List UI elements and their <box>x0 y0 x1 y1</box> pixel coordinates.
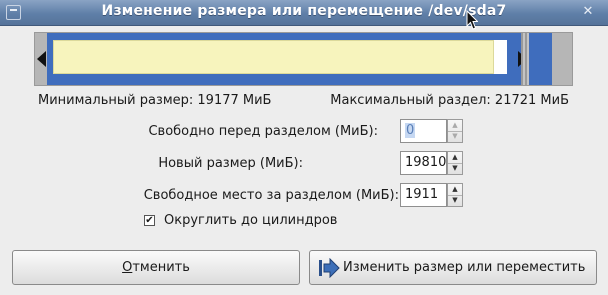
free-after-input[interactable]: 1911 <box>400 183 447 207</box>
round-cylinders-label[interactable]: Округлить до цилиндров <box>164 213 337 228</box>
free-space-area <box>521 33 529 85</box>
cancel-mnemonic: О <box>122 260 133 275</box>
resize-move-button[interactable]: Изменить размер или переместить <box>309 250 597 285</box>
partition-block[interactable] <box>47 33 552 85</box>
free-before-input[interactable]: 0 <box>400 119 447 143</box>
partition-resize-bar[interactable] <box>34 32 573 86</box>
unused-space-fill <box>494 40 507 74</box>
used-space-fill <box>53 40 494 74</box>
max-size-label: Максимальный раздел: 21721 МиБ <box>330 93 569 108</box>
new-size-decrement-icon[interactable]: ▼ <box>448 163 462 174</box>
resize-move-button-label: Изменить размер или переместить <box>343 260 586 275</box>
min-size-label: Минимальный размер: 19177 МиБ <box>38 93 272 108</box>
title-bar: Изменение размера или перемещение /dev/s… <box>0 0 608 26</box>
resize-left-handle-icon[interactable] <box>37 51 46 67</box>
round-cylinders-checkbox[interactable]: ✔ <box>144 215 155 226</box>
free-after-label: Свободное место за разделом (МиБ): <box>143 188 399 203</box>
new-size-label: Новый размер (МиБ): <box>158 156 303 171</box>
new-size-input[interactable]: 19810 <box>400 151 447 175</box>
cancel-button-label: тменить <box>132 260 190 275</box>
window-title: Изменение размера или перемещение /dev/s… <box>101 3 507 19</box>
mouse-cursor-icon <box>466 10 478 30</box>
arrow-right-icon <box>319 258 340 278</box>
close-icon[interactable]: ✕ <box>580 4 596 20</box>
cancel-button[interactable]: Отменить <box>12 250 300 285</box>
free-after-decrement-icon[interactable]: ▼ <box>448 195 462 206</box>
free-before-decrement-icon[interactable]: ▼ <box>448 131 462 142</box>
resize-move-dialog: Изменение размера или перемещение /dev/s… <box>0 0 608 295</box>
free-before-label: Свободно перед разделом (МиБ): <box>148 124 378 139</box>
